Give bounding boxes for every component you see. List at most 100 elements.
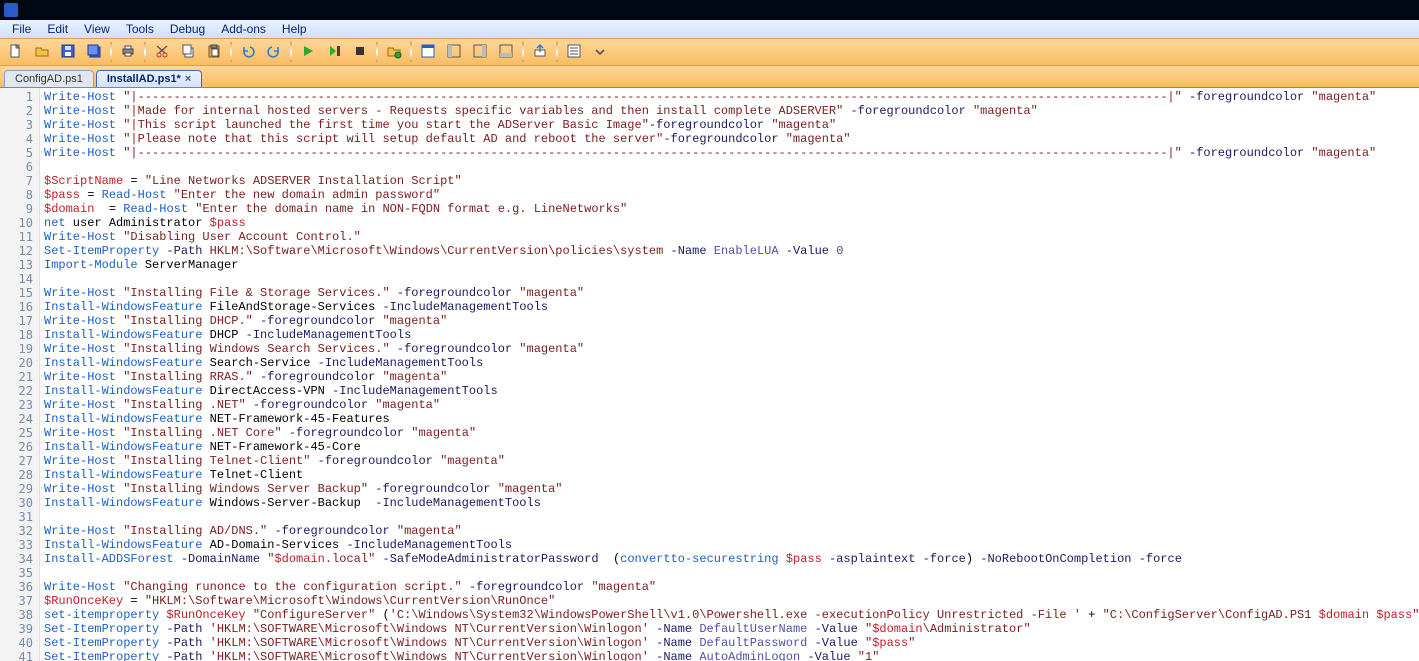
line-number: 4 xyxy=(4,132,33,146)
code-line[interactable]: Install-WindowsFeature NET-Framework-45-… xyxy=(44,440,1419,454)
tab-0[interactable]: ConfigAD.ps1 xyxy=(4,70,94,87)
code-line[interactable] xyxy=(44,272,1419,286)
save-all-button[interactable] xyxy=(82,41,106,63)
menu-tools[interactable]: Tools xyxy=(118,21,162,37)
open-file-button[interactable] xyxy=(30,41,54,63)
cut-button[interactable] xyxy=(150,41,174,63)
save-button[interactable] xyxy=(56,41,80,63)
code-line[interactable]: Set-ItemProperty -Path 'HKLM:\SOFTWARE\M… xyxy=(44,622,1419,636)
options-button[interactable] xyxy=(562,41,586,63)
line-number: 10 xyxy=(4,216,33,230)
new-file-button[interactable] xyxy=(4,41,28,63)
tab-1[interactable]: InstallAD.ps1*× xyxy=(96,70,202,87)
menu-view[interactable]: View xyxy=(76,21,118,37)
code-line[interactable] xyxy=(44,566,1419,580)
code-line[interactable]: Install-WindowsFeature DirectAccess-VPN … xyxy=(44,384,1419,398)
code-line[interactable]: Install-ADDSForest -DomainName "$domain.… xyxy=(44,552,1419,566)
line-number: 35 xyxy=(4,566,33,580)
line-number: 22 xyxy=(4,384,33,398)
new-file-icon xyxy=(8,43,24,62)
code-area[interactable]: Write-Host "|---------------------------… xyxy=(40,88,1419,661)
save-icon xyxy=(60,43,76,62)
run-button[interactable] xyxy=(296,41,320,63)
code-line[interactable] xyxy=(44,160,1419,174)
code-line[interactable]: Write-Host "Installing .NET Core" -foreg… xyxy=(44,426,1419,440)
editor[interactable]: 1234567891011121314151617181920212223242… xyxy=(0,88,1419,661)
line-number: 36 xyxy=(4,580,33,594)
code-line[interactable]: Install-WindowsFeature FileAndStorage-Se… xyxy=(44,300,1419,314)
code-line[interactable]: Set-ItemProperty -Path 'HKLM:\SOFTWARE\M… xyxy=(44,636,1419,650)
paste-button[interactable] xyxy=(202,41,226,63)
code-line[interactable]: Set-ItemProperty -Path HKLM:\Software\Mi… xyxy=(44,244,1419,258)
toggle-1-button[interactable] xyxy=(442,41,466,63)
print-button[interactable] xyxy=(116,41,140,63)
show-panel-button[interactable] xyxy=(416,41,440,63)
code-line[interactable]: $RunOnceKey = "HKLM:\Software\Microsoft\… xyxy=(44,594,1419,608)
line-number: 29 xyxy=(4,482,33,496)
line-number: 25 xyxy=(4,426,33,440)
code-line[interactable]: Install-WindowsFeature Search-Service -I… xyxy=(44,356,1419,370)
code-line[interactable]: Write-Host "|---------------------------… xyxy=(44,90,1419,104)
app-icon xyxy=(4,3,18,17)
code-line[interactable]: set-itemproperty $RunOnceKey "ConfigureS… xyxy=(44,608,1419,622)
code-line[interactable]: Write-Host "Changing runonce to the conf… xyxy=(44,580,1419,594)
line-number: 21 xyxy=(4,370,33,384)
redo-button[interactable] xyxy=(262,41,286,63)
code-line[interactable]: Install-WindowsFeature Telnet-Client xyxy=(44,468,1419,482)
overflow-button[interactable] xyxy=(588,41,612,63)
code-line[interactable]: Install-WindowsFeature AD-Domain-Service… xyxy=(44,538,1419,552)
code-line[interactable]: Write-Host "Installing RRAS." -foregroun… xyxy=(44,370,1419,384)
code-line[interactable]: $domain = Read-Host "Enter the domain na… xyxy=(44,202,1419,216)
open-folder-button[interactable] xyxy=(382,41,406,63)
code-line[interactable]: Write-Host "Disabling User Account Contr… xyxy=(44,230,1419,244)
toggle-2-icon xyxy=(472,43,488,62)
code-line[interactable]: Import-Module ServerManager xyxy=(44,258,1419,272)
line-gutter: 1234567891011121314151617181920212223242… xyxy=(0,88,40,661)
line-number: 17 xyxy=(4,314,33,328)
export-button[interactable] xyxy=(528,41,552,63)
line-number: 7 xyxy=(4,174,33,188)
code-line[interactable]: Write-Host "|---------------------------… xyxy=(44,146,1419,160)
menu-debug[interactable]: Debug xyxy=(162,21,213,37)
code-line[interactable]: Write-Host "|Made for internal hosted se… xyxy=(44,104,1419,118)
code-line[interactable]: Install-WindowsFeature Windows-Server-Ba… xyxy=(44,496,1419,510)
code-line[interactable] xyxy=(44,510,1419,524)
menu-help[interactable]: Help xyxy=(274,21,315,37)
code-line[interactable]: Write-Host "|Please note that this scrip… xyxy=(44,132,1419,146)
undo-icon xyxy=(240,43,256,62)
line-number: 24 xyxy=(4,412,33,426)
code-line[interactable]: Write-Host "Installing Windows Server Ba… xyxy=(44,482,1419,496)
toggle-2-button[interactable] xyxy=(468,41,492,63)
close-icon[interactable]: × xyxy=(185,73,191,85)
code-line[interactable]: $pass = Read-Host "Enter the new domain … xyxy=(44,188,1419,202)
code-line[interactable]: Write-Host "|This script launched the fi… xyxy=(44,118,1419,132)
code-line[interactable]: Set-ItemProperty -Path 'HKLM:\SOFTWARE\M… xyxy=(44,650,1419,661)
code-line[interactable]: Write-Host "Installing AD/DNS." -foregro… xyxy=(44,524,1419,538)
toggle-3-button[interactable] xyxy=(494,41,518,63)
line-number: 6 xyxy=(4,160,33,174)
toolbar-separator xyxy=(522,42,524,62)
run-selection-icon xyxy=(326,43,342,62)
toolbar xyxy=(0,38,1419,66)
undo-button[interactable] xyxy=(236,41,260,63)
line-number: 16 xyxy=(4,300,33,314)
save-all-icon xyxy=(86,43,102,62)
code-line[interactable]: Write-Host "Installing .NET" -foreground… xyxy=(44,398,1419,412)
menu-edit[interactable]: Edit xyxy=(39,21,76,37)
code-line[interactable]: Install-WindowsFeature DHCP -IncludeMana… xyxy=(44,328,1419,342)
toolbar-separator xyxy=(376,42,378,62)
code-line[interactable]: Write-Host "Installing DHCP." -foregroun… xyxy=(44,314,1419,328)
line-number: 5 xyxy=(4,146,33,160)
code-line[interactable]: Write-Host "Installing File & Storage Se… xyxy=(44,286,1419,300)
menu-addons[interactable]: Add-ons xyxy=(213,21,274,37)
code-line[interactable]: net user Administrator $pass xyxy=(44,216,1419,230)
code-line[interactable]: $ScriptName = "Line Networks ADSERVER In… xyxy=(44,174,1419,188)
stop-button[interactable] xyxy=(348,41,372,63)
code-line[interactable]: Write-Host "Installing Telnet-Client" -f… xyxy=(44,454,1419,468)
menu-file[interactable]: File xyxy=(4,21,39,37)
copy-button[interactable] xyxy=(176,41,200,63)
code-line[interactable]: Write-Host "Installing Windows Search Se… xyxy=(44,342,1419,356)
run-selection-button[interactable] xyxy=(322,41,346,63)
open-file-icon xyxy=(34,43,50,62)
code-line[interactable]: Install-WindowsFeature NET-Framework-45-… xyxy=(44,412,1419,426)
